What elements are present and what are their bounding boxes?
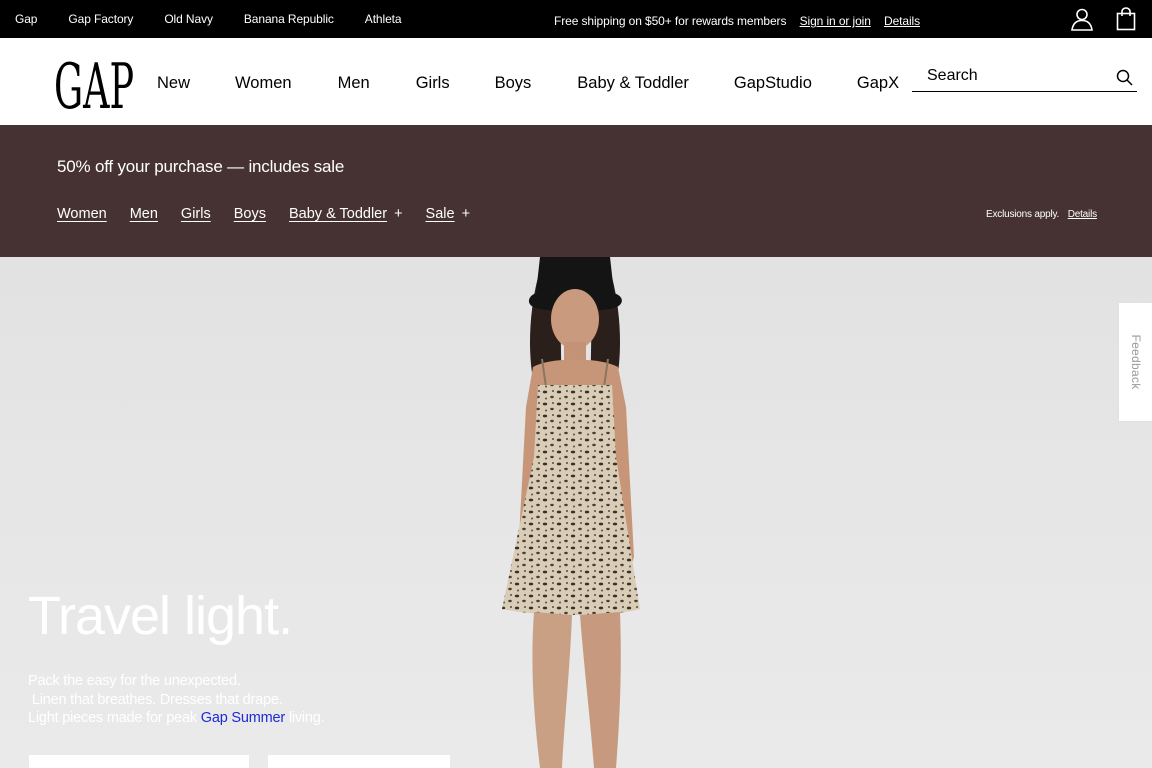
nav-girls[interactable]: Girls	[416, 74, 450, 93]
utility-icons	[1070, 7, 1136, 31]
main-header: GAP New Women Men Girls Boys Baby & Todd…	[0, 38, 1152, 125]
nav-women[interactable]: Women	[235, 74, 292, 93]
exclusions-note: Exclusions apply. Details	[986, 209, 1097, 220]
hero-copy-text: living.	[284, 710, 325, 726]
exclusions-details-link[interactable]: Details	[1068, 209, 1097, 220]
hero-model-image[interactable]	[430, 257, 730, 768]
expand-plus-icon[interactable]: +	[394, 206, 402, 222]
promo-banner: 50% off your purchase — includes sale Wo…	[0, 125, 1152, 257]
main-nav: New Women Men Girls Boys Baby & Toddler …	[157, 74, 899, 93]
logo-text: GAP	[54, 51, 134, 111]
promo-links: Women Men Girls Boys Baby & Toddler + Sa…	[57, 206, 470, 222]
gap-summer-link[interactable]: Gap Summer	[201, 710, 285, 726]
promo-link-girls[interactable]: Girls	[181, 206, 211, 222]
nav-boys[interactable]: Boys	[495, 74, 532, 93]
utility-bar: Gap Gap Factory Old Navy Banana Republic…	[0, 0, 1152, 38]
search-icon[interactable]	[1116, 69, 1133, 91]
search-input[interactable]	[927, 67, 1107, 85]
shipping-promo: Free shipping on $50+ for rewards member…	[554, 14, 920, 28]
brand-link-old-navy[interactable]: Old Navy	[164, 12, 213, 26]
brand-link-banana-republic[interactable]: Banana Republic	[244, 12, 334, 26]
shopping-bag-icon[interactable]	[1116, 7, 1136, 31]
gap-logo[interactable]: GAP	[54, 50, 134, 123]
nav-gapx[interactable]: GapX	[857, 74, 899, 93]
nav-gapstudio[interactable]: GapStudio	[734, 74, 812, 93]
promo-link-women[interactable]: Women	[57, 206, 107, 222]
promo-link-sale[interactable]: Sale	[426, 206, 455, 222]
hero-cta-button-1[interactable]	[29, 755, 249, 768]
promo-link-baby-toddler-group: Baby & Toddler +	[289, 206, 403, 222]
hero-copy-line: Pack the easy for the unexpected.	[28, 673, 241, 689]
hero-copy-line: Light pieces made for peak Gap Summer li…	[28, 709, 325, 728]
promo-link-baby-toddler[interactable]: Baby & Toddler	[289, 206, 387, 222]
sign-in-link[interactable]: Sign in or join	[800, 14, 871, 28]
brand-link-gap[interactable]: Gap	[15, 12, 37, 26]
hero-section: Travel light. Pack the easy for the unex…	[0, 257, 1152, 768]
feedback-label: Feedback	[1128, 334, 1143, 390]
hero-copy-line: Linen that breathes. Dresses that drape.	[28, 691, 283, 708]
exclusions-text: Exclusions apply.	[986, 209, 1060, 220]
promo-link-men[interactable]: Men	[130, 206, 158, 222]
feedback-tab[interactable]: Feedback	[1118, 302, 1152, 422]
shipping-details-link[interactable]: Details	[884, 14, 920, 28]
promo-link-sale-group: Sale +	[426, 206, 471, 222]
hero-cta-button-2[interactable]	[268, 755, 450, 768]
search-box	[912, 65, 1137, 92]
person-icon[interactable]	[1070, 7, 1094, 31]
nav-men[interactable]: Men	[338, 74, 370, 93]
promo-title: 50% off your purchase — includes sale	[57, 157, 345, 176]
hero-copy-text: Light pieces made for peak	[28, 710, 201, 726]
hero-headline: Travel light.	[28, 586, 293, 646]
nav-new[interactable]: New	[157, 74, 190, 93]
hero-copy: Pack the easy for the unexpected. Linen …	[28, 672, 325, 728]
brand-links: Gap Gap Factory Old Navy Banana Republic…	[15, 12, 432, 26]
brand-link-gap-factory[interactable]: Gap Factory	[68, 12, 133, 26]
nav-baby-toddler[interactable]: Baby & Toddler	[577, 74, 689, 93]
shipping-promo-text: Free shipping on $50+ for rewards member…	[554, 14, 787, 28]
brand-link-athleta[interactable]: Athleta	[365, 12, 402, 26]
promo-link-boys[interactable]: Boys	[234, 206, 266, 222]
expand-plus-icon[interactable]: +	[462, 206, 470, 222]
